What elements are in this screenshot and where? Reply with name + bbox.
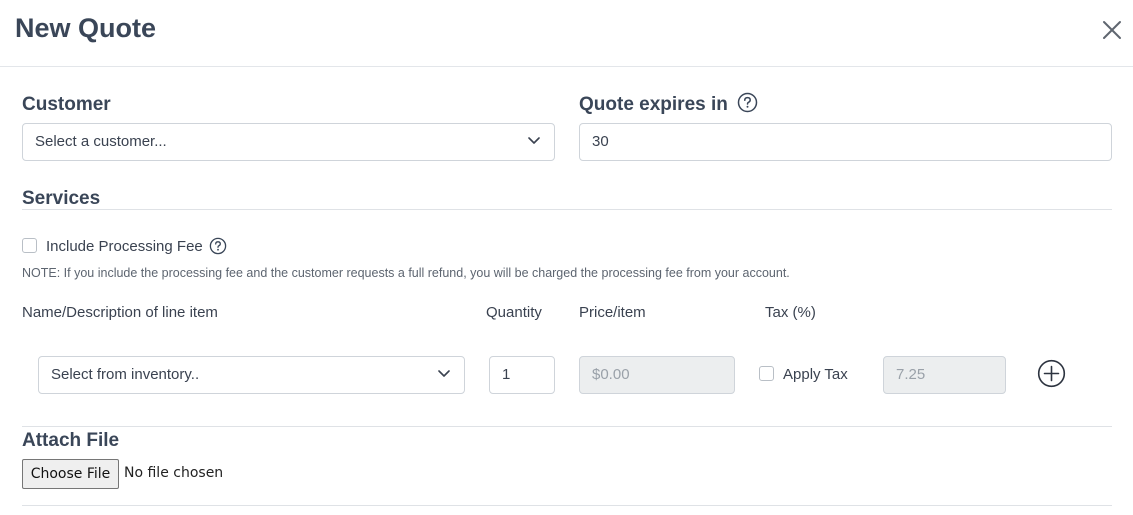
services-divider [22,209,1112,210]
attach-divider [22,505,1112,506]
chevron-down-icon [528,137,540,144]
apply-tax-checkbox[interactable] [759,366,774,381]
plus-circle-icon[interactable] [1037,359,1066,388]
column-tax-header: Tax (%) [765,304,816,321]
column-price-header: Price/item [579,304,646,321]
line-items-divider [22,426,1112,427]
include-fee-label: Include Processing Fee [46,237,227,255]
quantity-input[interactable]: 1 [489,356,555,394]
question-circle-icon[interactable] [209,237,227,255]
inventory-select[interactable]: Select from inventory.. [38,356,465,394]
services-heading: Services [22,188,101,209]
customer-label: Customer [22,94,111,115]
apply-tax-label: Apply Tax [783,366,848,383]
choose-file-button[interactable]: Choose File [22,459,119,489]
processing-fee-note: NOTE: If you include the processing fee … [22,266,790,280]
expires-label-text: Quote expires in [579,94,728,115]
include-fee-label-text: Include Processing Fee [46,238,203,255]
inventory-select-value: Select from inventory.. [51,366,200,383]
modal-title: New Quote [15,13,157,43]
column-quantity-header: Quantity [486,304,542,321]
chevron-down-icon [438,370,450,377]
tax-input: 7.25 [883,356,1006,394]
customer-select[interactable]: Select a customer... [22,123,555,161]
close-icon[interactable] [1100,18,1124,42]
customer-select-value: Select a customer... [35,133,167,150]
file-status-text: No file chosen [124,465,224,481]
include-fee-checkbox[interactable] [22,238,37,253]
expires-input[interactable]: 30 [579,123,1112,161]
column-name-header: Name/Description of line item [22,304,218,321]
expires-label: Quote expires in [579,92,758,116]
price-input: $0.00 [579,356,735,394]
attach-file-heading: Attach File [22,430,120,451]
modal-header: New Quote [0,0,1133,67]
question-circle-icon[interactable] [737,92,758,113]
